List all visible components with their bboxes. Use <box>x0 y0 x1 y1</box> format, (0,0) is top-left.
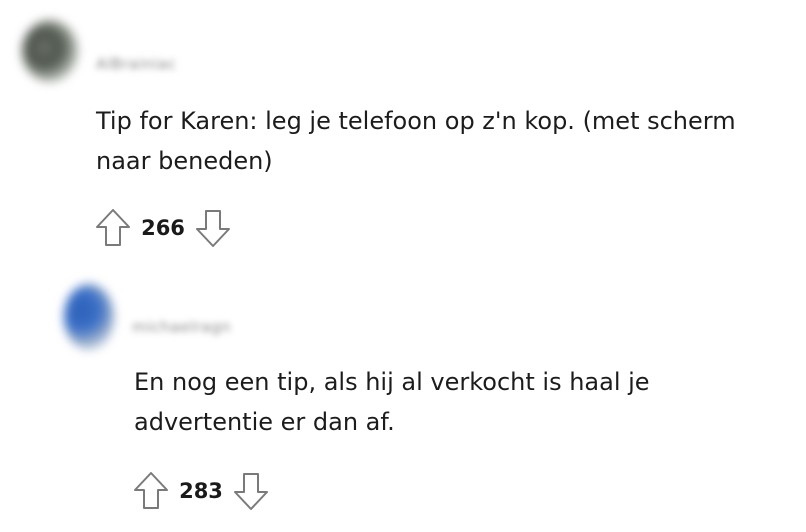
upvote-arrow-icon[interactable] <box>94 207 132 249</box>
comment-body: En nog een tip, als hij al verkocht is h… <box>134 362 650 442</box>
upvote-arrow-icon[interactable] <box>132 470 170 512</box>
comment-line: advertentie er dan af. <box>134 408 395 436</box>
vote-score: 266 <box>141 216 185 240</box>
downvote-arrow-icon[interactable] <box>232 470 270 512</box>
username[interactable]: michaelragn <box>132 318 231 336</box>
comment-line: En nog een tip, als hij al verkocht is h… <box>134 368 650 396</box>
downvote-arrow-icon[interactable] <box>194 207 232 249</box>
comment-body: Tip for Karen: leg je telefoon op z'n ko… <box>96 101 736 181</box>
avatar[interactable] <box>22 20 78 82</box>
username[interactable]: AlBrainiac <box>96 55 176 73</box>
comment-line: Tip for Karen: leg je telefoon op z'n ko… <box>96 107 736 135</box>
vote-bar: 283 <box>132 470 270 512</box>
vote-bar: 266 <box>94 207 232 249</box>
avatar[interactable] <box>64 284 114 350</box>
comment-line: naar beneden) <box>96 147 273 175</box>
vote-score: 283 <box>179 479 223 503</box>
